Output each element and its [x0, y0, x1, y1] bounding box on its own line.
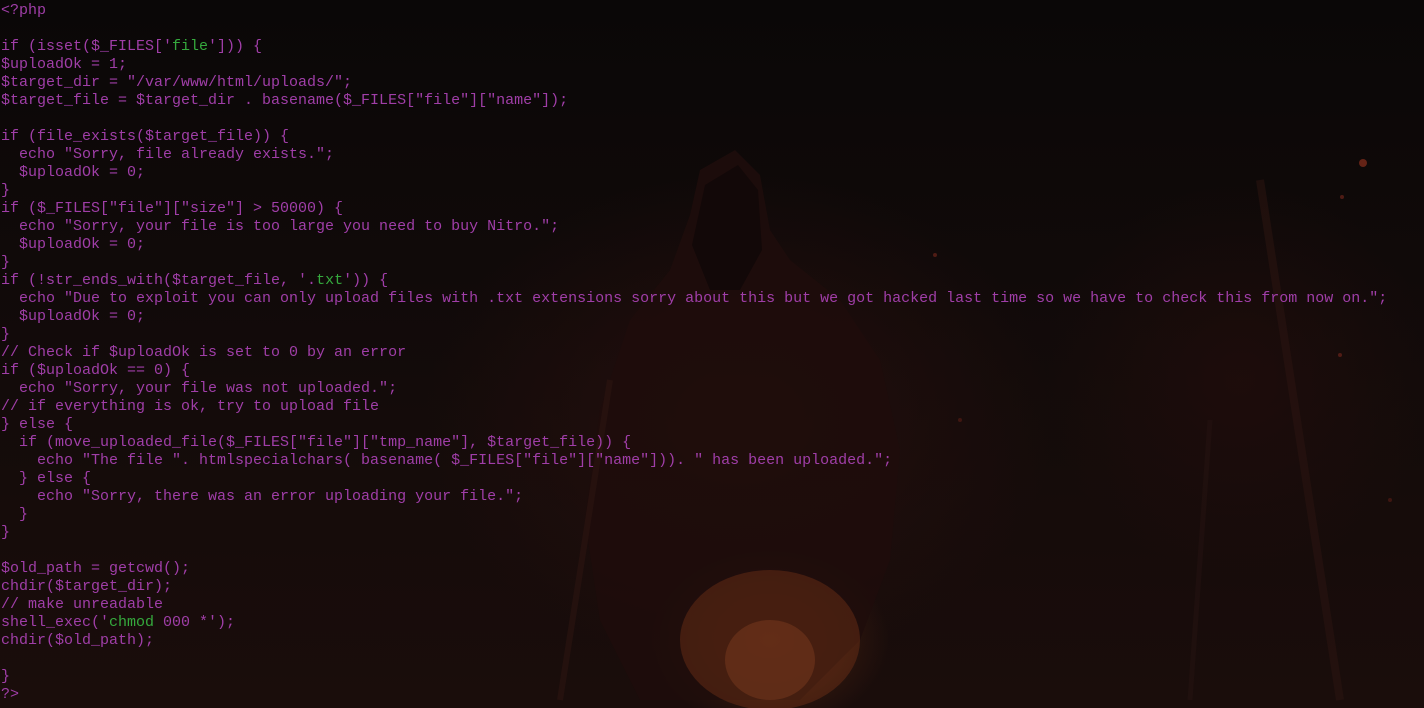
code-text: } [1, 524, 11, 541]
code-line: $uploadOk = 1; [1, 56, 1387, 74]
code-line: // make unreadable [1, 596, 1387, 614]
code-line: echo "Sorry, file already exists."; [1, 146, 1387, 164]
code-text: ')) { [343, 272, 389, 289]
code-line: if ($uploadOk == 0) { [1, 362, 1387, 380]
code-text: echo "The file ". htmlspecialchars( base… [1, 452, 893, 469]
code-text: if (move_uploaded_file($_FILES["file"]["… [1, 434, 632, 451]
code-string-highlight: file [172, 38, 209, 55]
code-text: if (isset($_FILES[' [1, 38, 173, 55]
code-text: $uploadOk = 1; [1, 56, 128, 73]
code-line: echo "Sorry, your file is too large you … [1, 218, 1387, 236]
code-line: } [1, 326, 1387, 344]
code-line: if (!str_ends_with($target_file, '.txt')… [1, 272, 1387, 290]
code-text: 000 *'); [154, 614, 236, 631]
code-line: chdir($target_dir); [1, 578, 1387, 596]
code-line: shell_exec('chmod 000 *'); [1, 614, 1387, 632]
code-line: $target_file = $target_dir . basename($_… [1, 92, 1387, 110]
code-line: $uploadOk = 0; [1, 164, 1387, 182]
code-text: } else { [1, 416, 74, 433]
code-string-highlight: chmod [109, 614, 155, 631]
code-text: shell_exec(' [1, 614, 110, 631]
code-line: $old_path = getcwd(); [1, 560, 1387, 578]
code-text: } else { [1, 470, 92, 487]
code-text: echo "Sorry, file already exists."; [1, 146, 335, 163]
code-text: // make unreadable [1, 596, 164, 613]
php-source-code: <?php if (isset($_FILES['file'])) {$uplo… [1, 2, 1387, 704]
code-line: } else { [1, 470, 1387, 488]
code-line: chdir($old_path); [1, 632, 1387, 650]
code-text: // if everything is ok, try to upload fi… [1, 398, 380, 415]
code-line: echo "Sorry, there was an error uploadin… [1, 488, 1387, 506]
code-line: } [1, 668, 1387, 686]
code-text: <?php [1, 2, 47, 19]
code-text: echo "Sorry, your file is too large you … [1, 218, 560, 235]
code-text: '])) { [208, 38, 263, 55]
code-text: $uploadOk = 0; [1, 164, 146, 181]
code-text: $old_path = getcwd(); [1, 560, 191, 577]
code-line: $target_dir = "/var/www/html/uploads/"; [1, 74, 1387, 92]
code-line: // Check if $uploadOk is set to 0 by an … [1, 344, 1387, 362]
code-text: // Check if $uploadOk is set to 0 by an … [1, 344, 407, 361]
code-text: echo "Sorry, there was an error uploadin… [1, 488, 524, 505]
code-line: } else { [1, 416, 1387, 434]
code-text: } [1, 506, 29, 523]
code-line: } [1, 254, 1387, 272]
ember [1388, 498, 1392, 502]
code-text: if ($_FILES["file"]["size"] > 50000) { [1, 200, 344, 217]
code-line: ?> [1, 686, 1387, 704]
code-line: } [1, 524, 1387, 542]
code-line: <?php [1, 2, 1387, 20]
code-string-highlight: txt [316, 272, 344, 289]
code-text: } [1, 668, 11, 685]
code-line: $uploadOk = 0; [1, 308, 1387, 326]
code-line: if (move_uploaded_file($_FILES["file"]["… [1, 434, 1387, 452]
code-line: } [1, 506, 1387, 524]
code-text: chdir($target_dir); [1, 578, 173, 595]
code-text: echo "Due to exploit you can only upload… [1, 290, 1388, 307]
code-text: ?> [1, 686, 20, 703]
code-text: $uploadOk = 0; [1, 236, 146, 253]
code-text: } [1, 254, 11, 271]
code-line: } [1, 182, 1387, 200]
code-line: // if everything is ok, try to upload fi… [1, 398, 1387, 416]
code-text: $target_dir = "/var/www/html/uploads/"; [1, 74, 353, 91]
code-line: if (isset($_FILES['file'])) { [1, 38, 1387, 56]
code-text: $target_file = $target_dir . basename($_… [1, 92, 569, 109]
code-text: $uploadOk = 0; [1, 308, 146, 325]
code-text: if (file_exists($target_file)) { [1, 128, 290, 145]
code-line: echo "Sorry, your file was not uploaded.… [1, 380, 1387, 398]
code-text: } [1, 182, 11, 199]
code-text: } [1, 326, 11, 343]
code-text: chdir($old_path); [1, 632, 155, 649]
code-line: $uploadOk = 0; [1, 236, 1387, 254]
code-text: if (!str_ends_with($target_file, '. [1, 272, 317, 289]
code-text: echo "Sorry, your file was not uploaded.… [1, 380, 398, 397]
code-line: if ($_FILES["file"]["size"] > 50000) { [1, 200, 1387, 218]
code-line: if (file_exists($target_file)) { [1, 128, 1387, 146]
code-line: echo "The file ". htmlspecialchars( base… [1, 452, 1387, 470]
code-text: if ($uploadOk == 0) { [1, 362, 191, 379]
code-viewer-window: <?php if (isset($_FILES['file'])) {$uplo… [0, 0, 1424, 708]
code-line: echo "Due to exploit you can only upload… [1, 290, 1387, 308]
